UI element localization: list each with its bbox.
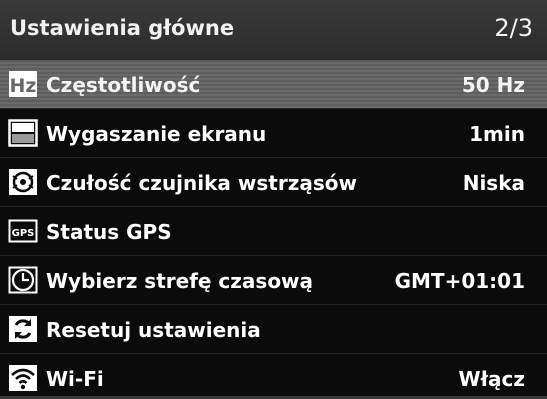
menu-item-label: Wygaszanie ekranu [46, 122, 267, 146]
menu-item-gps-status[interactable]: GPS Status GPS [0, 207, 547, 256]
screen-blank-icon [8, 119, 38, 147]
menu-item-label: Status GPS [46, 220, 172, 244]
reset-icon [8, 315, 38, 343]
menu-item-value: 50 Hz [461, 73, 525, 97]
svg-text:GPS: GPS [12, 228, 35, 239]
clock-icon [8, 266, 38, 294]
menu-item-screen-timeout[interactable]: Wygaszanie ekranu 1min [0, 109, 547, 158]
wifi-icon [8, 364, 38, 392]
menu-item-label: Wi-Fi [46, 367, 104, 391]
menu-item-label: Resetuj ustawienia [46, 318, 261, 342]
menu-item-wifi[interactable]: Wi-Fi Włącz [0, 354, 547, 399]
settings-menu: Hz Częstotliwość 50 Hz Wygaszanie ekranu… [0, 60, 547, 399]
menu-item-time-zone[interactable]: Wybierz strefę czasową GMT+01:01 [0, 256, 547, 305]
shock-sensor-icon [8, 168, 38, 196]
menu-item-value: Włącz [458, 367, 525, 391]
menu-item-value: GMT+01:01 [394, 269, 525, 293]
settings-screen: Ustawienia główne 2/3 Hz Częstotliwość 5… [0, 0, 547, 399]
menu-item-value: 1min [469, 122, 525, 146]
menu-item-label: Częstotliwość [46, 73, 201, 97]
menu-item-label: Czułość czujnika wstrząsów [46, 171, 357, 195]
page-indicator: 2/3 [494, 14, 533, 42]
menu-item-shock-sensitivity[interactable]: Czułość czujnika wstrząsów Niska [0, 158, 547, 207]
menu-item-reset-settings[interactable]: Resetuj ustawienia [0, 305, 547, 354]
menu-item-value: Niska [462, 171, 525, 195]
page-title: Ustawienia główne [10, 16, 235, 40]
menu-item-label: Wybierz strefę czasową [46, 269, 314, 293]
header-bar: Ustawienia główne 2/3 [0, 0, 547, 61]
menu-item-frequency[interactable]: Hz Częstotliwość 50 Hz [0, 60, 547, 109]
gps-icon: GPS [8, 217, 38, 245]
svg-text:Hz: Hz [10, 75, 37, 97]
hz-icon: Hz [8, 70, 38, 98]
